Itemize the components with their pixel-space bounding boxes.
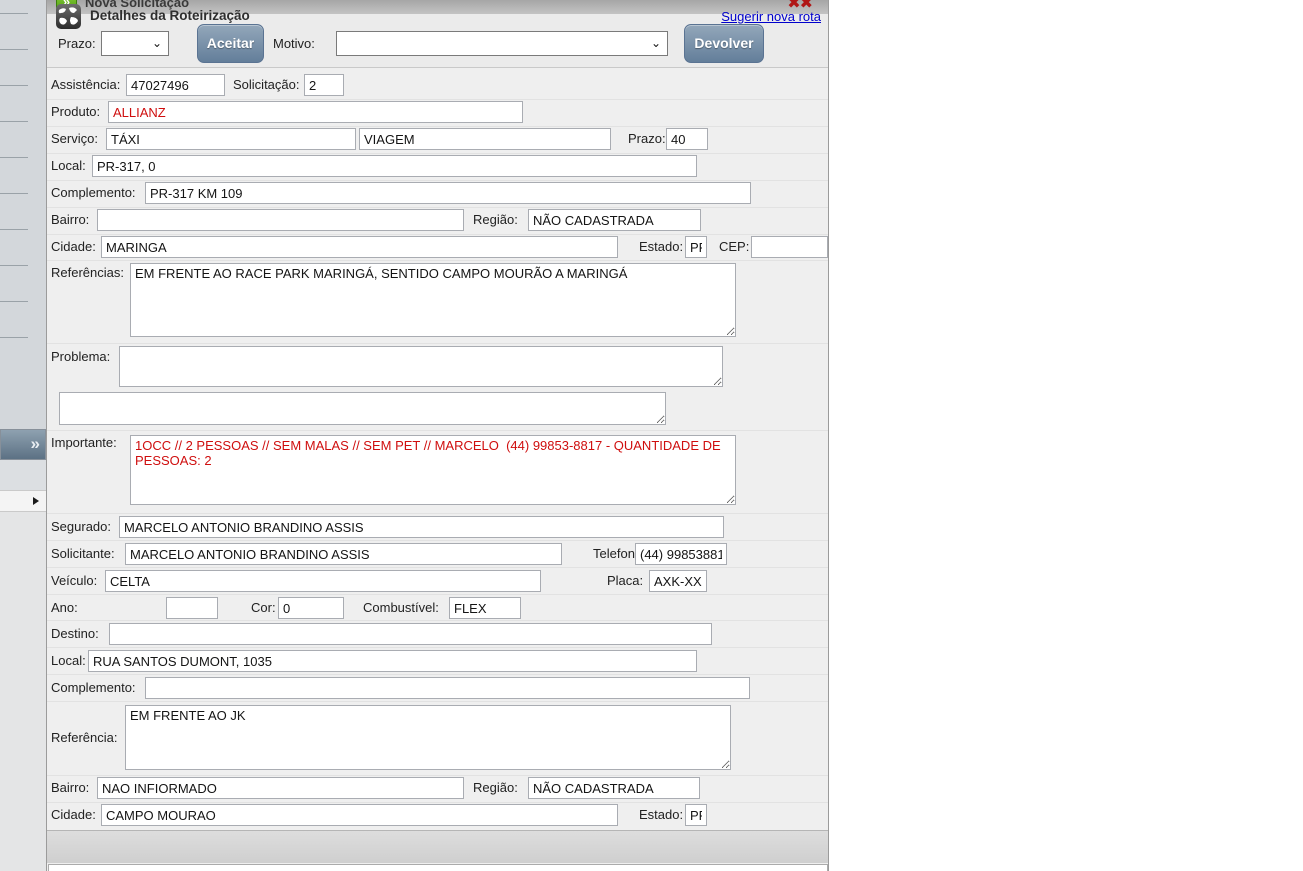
prazo-toolbar-label: Prazo: (58, 36, 96, 51)
motivo-label: Motivo: (273, 36, 315, 51)
globe-icon (56, 4, 81, 29)
sidebar-divider (0, 301, 28, 302)
cep-label: CEP: (719, 239, 750, 254)
destino-input[interactable] (109, 623, 712, 645)
destino-regiao-label: Região: (473, 780, 518, 795)
destino-label: Destino: (51, 626, 99, 641)
sugerir-nova-rota-link[interactable]: Sugerir nova rota (721, 9, 821, 24)
sidebar-divider (0, 265, 28, 266)
chevron-down-icon: ⌄ (151, 36, 162, 50)
complemento-label: Complemento: (51, 185, 136, 200)
solicitante-label: Solicitante: (51, 546, 115, 561)
expand-sidebar-button[interactable]: » (0, 429, 46, 460)
solicitante-input[interactable] (125, 543, 562, 565)
sidebar-divider (0, 193, 28, 194)
destino-cidade-label: Cidade: (51, 807, 96, 822)
ano-label: Ano: (51, 600, 78, 615)
roteirizacao-panel (48, 864, 828, 871)
collapsed-panel-strip[interactable] (0, 490, 46, 512)
ano-input[interactable] (166, 597, 218, 619)
servico-label: Serviço: (51, 131, 98, 146)
prazo-label: Prazo: (628, 131, 666, 146)
sidebar-tab-strip (0, 0, 46, 429)
destino-referencia-label: Referência: (51, 730, 118, 745)
collapsed-sidebar: » (0, 0, 46, 871)
telefone-input[interactable] (635, 543, 727, 565)
cor-input[interactable] (278, 597, 344, 619)
cidade-input[interactable] (101, 236, 618, 258)
assistencia-input[interactable] (126, 74, 225, 96)
destino-complemento-label: Complemento: (51, 680, 136, 695)
placa-input[interactable] (649, 570, 707, 592)
solicitacao-input[interactable] (304, 74, 344, 96)
prazo-select[interactable]: ⌄ (101, 31, 169, 56)
chevron-down-icon: ⌄ (650, 36, 661, 50)
regiao-input[interactable] (528, 209, 701, 231)
problema-textarea[interactable] (119, 346, 723, 387)
segurado-label: Segurado: (51, 519, 111, 534)
sidebar-divider (0, 337, 28, 338)
roteirizacao-title: Detalhes da Roteirização (90, 8, 250, 23)
importante-textarea[interactable]: 1OCC // 2 PESSOAS // SEM MALAS // SEM PE… (130, 435, 736, 505)
sidebar-divider (0, 13, 28, 14)
bairro-label: Bairro: (51, 212, 90, 227)
regiao-label: Região: (473, 212, 518, 227)
bairro-input[interactable] (97, 209, 464, 231)
sidebar-spacer (0, 460, 46, 490)
destino-estado-input[interactable] (685, 804, 707, 826)
combustivel-label: Combustível: (363, 600, 439, 615)
estado-label: Estado: (639, 239, 684, 254)
aceitar-button[interactable]: Aceitar (197, 24, 264, 63)
produto-input[interactable] (108, 101, 523, 123)
veiculo-label: Veículo: (51, 573, 98, 588)
complemento-input[interactable] (145, 182, 751, 204)
cidade-label: Cidade: (51, 239, 96, 254)
sidebar-divider (0, 157, 28, 158)
devolver-button[interactable]: Devolver (684, 24, 764, 63)
local-label: Local: (51, 158, 86, 173)
referencias-label: Referências: (51, 265, 124, 280)
motivo-select[interactable]: ⌄ (336, 31, 668, 56)
cep-input[interactable] (751, 236, 828, 258)
problema-secundario-textarea[interactable] (59, 392, 666, 425)
destino-estado-label: Estado: (639, 807, 684, 822)
veiculo-input[interactable] (105, 570, 541, 592)
destino-referencia-textarea[interactable]: EM FRENTE AO JK (125, 705, 731, 770)
estado-input[interactable] (685, 236, 707, 258)
nova-solicitacao-dialog: » Nova Solicitação ✖✖ Prazo: ⌄ Aceitar M… (46, 0, 829, 871)
importante-label: Importante: (51, 435, 117, 450)
servico-input[interactable] (106, 128, 356, 150)
produto-label: Produto: (51, 104, 101, 119)
segurado-input[interactable] (119, 516, 724, 538)
destino-bairro-label: Bairro: (51, 780, 90, 795)
destino-local-label: Local: (51, 653, 86, 668)
destino-bairro-input[interactable] (97, 777, 464, 799)
servico-tipo-input[interactable] (359, 128, 611, 150)
problema-label: Problema: (51, 349, 111, 364)
destino-local-input[interactable] (88, 650, 697, 672)
roteirizacao-header (47, 830, 828, 863)
destino-regiao-input[interactable] (528, 777, 700, 799)
solicitacao-label: Solicitação: (233, 77, 300, 92)
prazo-input[interactable] (666, 128, 708, 150)
sidebar-divider (0, 49, 28, 50)
destino-cidade-input[interactable] (101, 804, 618, 826)
sidebar-divider (0, 85, 28, 86)
placa-label: Placa: (607, 573, 644, 588)
assistencia-label: Assistência: (51, 77, 121, 92)
referencias-textarea[interactable]: EM FRENTE AO RACE PARK MARINGÁ, SENTIDO … (130, 263, 736, 337)
sidebar-divider (0, 121, 28, 122)
expand-arrow-icon[interactable] (33, 497, 39, 505)
combustivel-input[interactable] (449, 597, 521, 619)
destino-complemento-input[interactable] (145, 677, 750, 699)
cor-label: Cor: (251, 600, 276, 615)
sidebar-divider (0, 229, 28, 230)
local-input[interactable] (92, 155, 697, 177)
